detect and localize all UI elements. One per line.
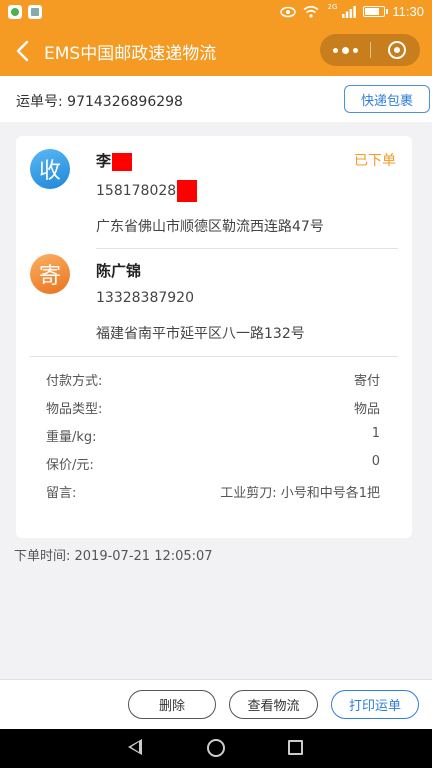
detail-value: 0: [371, 454, 380, 469]
order-card: 收 李 158178028 广东省佛山市顺德区勒流西连路47号 已下单 寄 陈广…: [16, 136, 412, 538]
nav-back-icon[interactable]: [128, 739, 142, 755]
wifi-icon: [303, 5, 319, 18]
detail-value: 工业剪刀: 小号和中号各1把: [220, 486, 380, 501]
nav-home-icon[interactable]: [207, 739, 225, 757]
capsule-divider: [370, 42, 371, 58]
order-status-label: 已下单: [354, 153, 396, 169]
detail-row-insurance: 保价/元: 0: [46, 454, 380, 473]
receiver-badge: 收: [30, 149, 70, 189]
detail-row-payment: 付款方式: 寄付: [46, 370, 380, 389]
back-arrow-icon[interactable]: [12, 38, 34, 64]
battery-icon: [363, 6, 389, 17]
detail-value: 物品: [353, 402, 380, 417]
sender-badge: 寄: [30, 254, 70, 294]
sender-address: 福建省南平市延平区八一路132号: [96, 326, 305, 342]
miniprogram-capsule: [320, 34, 420, 66]
receiver-name-text: 李: [96, 152, 112, 170]
system-indicators: 2G 11:30: [279, 2, 424, 19]
more-options-button[interactable]: [320, 34, 370, 66]
page-title: EMS中国邮政速递物流: [44, 44, 217, 64]
detail-row-item-type: 物品类型: 物品: [46, 398, 380, 417]
detail-row-message: 留言: 工业剪刀: 小号和中号各1把: [46, 482, 380, 501]
detail-label: 保价/元:: [46, 458, 94, 473]
eye-comfort-icon: [279, 6, 296, 17]
delete-button[interactable]: 删除: [128, 690, 216, 719]
detail-value: 1: [371, 426, 380, 441]
receiver-name: 李: [96, 150, 133, 171]
notification-icons: [8, 5, 42, 19]
quick-parcel-button[interactable]: 快递包裹: [344, 85, 430, 113]
action-bar: 删除 查看物流 打印运单: [0, 679, 432, 729]
redaction-mark: [112, 152, 133, 171]
title-bar: EMS中国邮政速递物流: [0, 26, 432, 76]
print-waybill-button[interactable]: 打印运单: [331, 690, 419, 719]
nav-recent-apps-icon[interactable]: [288, 740, 303, 755]
detail-value: 寄付: [353, 374, 380, 389]
tracking-number-row: 运单号: 9714326896298 快递包裹: [0, 76, 432, 122]
detail-label: 物品类型:: [46, 402, 103, 417]
gallery-notification-icon: [28, 5, 42, 19]
cell-signal-icon: [342, 5, 357, 18]
receiver-phone: 158178028: [96, 180, 198, 202]
tracking-number: 运单号: 9714326896298: [16, 94, 183, 110]
detail-label: 留言:: [46, 486, 77, 501]
order-time: 下单时间: 2019-07-21 12:05:07: [14, 549, 213, 564]
close-miniprogram-icon[interactable]: [388, 41, 406, 59]
sender-phone: 13328387920: [96, 290, 194, 306]
status-bar: 2G 11:30: [0, 0, 432, 26]
detail-label: 重量/kg:: [46, 430, 97, 445]
detail-label: 付款方式:: [46, 374, 103, 389]
receiver-phone-text: 158178028: [96, 183, 177, 199]
system-nav-bar: [0, 729, 432, 768]
redaction-mark: [177, 180, 198, 202]
section-divider: [30, 356, 398, 357]
view-logistics-button[interactable]: 查看物流: [229, 690, 318, 719]
sender-name: 陈广锦: [96, 262, 142, 280]
receiver-address: 广东省佛山市顺德区勒流西连路47号: [96, 219, 324, 235]
wechat-notification-icon: [8, 5, 22, 19]
network-type-label: 2G: [327, 2, 338, 11]
detail-row-weight: 重量/kg: 1: [46, 426, 380, 445]
section-divider: [96, 248, 398, 249]
clock: 11:30: [392, 4, 424, 19]
